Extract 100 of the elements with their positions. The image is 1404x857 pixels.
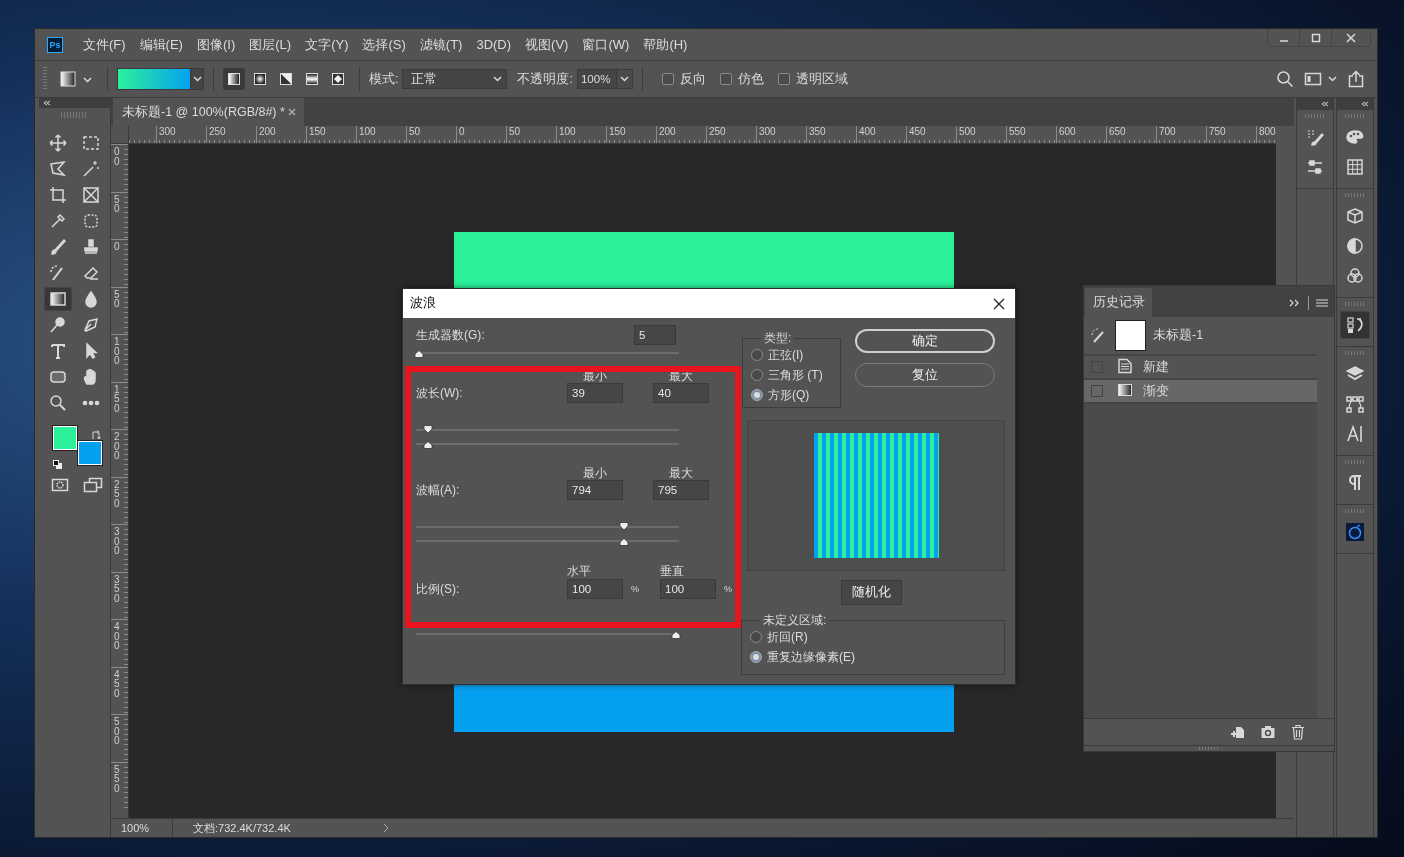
slider-thumb[interactable] (618, 538, 629, 546)
radio-label[interactable]: 三角形 (T) (768, 366, 823, 384)
gradient-icon (1117, 381, 1133, 398)
close-icon[interactable] (993, 297, 1005, 310)
radio-label[interactable]: 正弦(I) (768, 346, 804, 364)
panel-grip[interactable] (1345, 351, 1365, 355)
lasso-icon (49, 160, 67, 178)
menu-item[interactable]: 图层(L) (249, 35, 292, 54)
background-color-swatch[interactable] (78, 441, 102, 465)
panel-menu-icon[interactable] (1316, 298, 1328, 307)
menu-item[interactable]: 编辑(E) (139, 35, 183, 54)
number-field[interactable]: 795 (653, 480, 709, 500)
radio-button[interactable] (750, 631, 762, 643)
radio-button[interactable] (751, 349, 763, 361)
ruler-label: 550 (114, 764, 121, 793)
slider-thumb[interactable] (671, 631, 682, 639)
ruler-label: 250 (114, 479, 121, 508)
checkbox[interactable] (719, 73, 732, 85)
radio-label[interactable]: 重复边缘像素(E) (767, 648, 855, 666)
ruler-label: 650 (1109, 126, 1126, 138)
checkbox[interactable] (777, 73, 790, 85)
radio-button[interactable] (750, 651, 762, 663)
menu-item[interactable]: 窗口(W) (582, 35, 630, 54)
gradient-tool-preset-icon[interactable] (59, 70, 77, 88)
panel-grip[interactable] (1345, 114, 1365, 118)
brushsettings-icon (1306, 128, 1324, 146)
menu-item[interactable]: 3D(D) (476, 37, 512, 52)
search-icon[interactable] (1276, 70, 1294, 88)
gradient-dropdown-button[interactable] (190, 69, 203, 89)
number-field[interactable]: 794 (567, 480, 623, 500)
panel-tab[interactable]: 历史记录 (1085, 288, 1152, 317)
radio-button[interactable] (751, 389, 763, 401)
caret-icon[interactable] (83, 77, 92, 83)
trash-icon[interactable] (1290, 724, 1306, 740)
menu-item[interactable]: 选择(S) (362, 35, 406, 54)
number-field[interactable]: 100 (660, 579, 716, 599)
radio-label[interactable]: 折回(R) (767, 628, 808, 646)
ok-button[interactable]: 确定 (855, 329, 995, 353)
gradient-type-button[interactable] (223, 68, 245, 90)
new-document-icon[interactable] (1230, 724, 1246, 740)
quick-mask-icon[interactable] (51, 477, 69, 493)
type-icon (49, 342, 67, 360)
checkbox[interactable] (661, 73, 674, 85)
menu-item[interactable]: 文字(Y) (305, 35, 349, 54)
panel-grip[interactable] (1345, 509, 1365, 513)
slider-thumb[interactable] (413, 350, 424, 358)
panel-grip[interactable] (1345, 302, 1365, 306)
history-panel-button[interactable] (1340, 311, 1370, 339)
workspace-icon[interactable] (1304, 71, 1322, 87)
channels-icon (1346, 267, 1364, 285)
swap-colors-icon[interactable] (91, 430, 101, 440)
collapse-icon[interactable] (1321, 101, 1329, 107)
radio-button[interactable] (751, 369, 763, 381)
reset-button[interactable]: 复位 (855, 363, 995, 387)
zoom-level[interactable]: 100% (111, 819, 173, 837)
menu-item[interactable]: 滤镜(T) (419, 35, 463, 54)
number-field[interactable]: 39 (567, 383, 623, 403)
history-snapshot[interactable]: 未标题-1 (1084, 317, 1317, 356)
history-state[interactable]: 渐变 (1084, 380, 1317, 404)
gradient-picker[interactable] (117, 68, 204, 90)
menu-item[interactable]: 帮助(H) (643, 35, 688, 54)
slider-thumb[interactable] (423, 425, 434, 433)
wand-icon (82, 160, 100, 178)
collapse-icon[interactable] (1361, 101, 1369, 107)
menu-item[interactable]: 视图(V) (525, 35, 569, 54)
number-field[interactable]: 5 (634, 325, 676, 345)
ruler-label: 600 (1059, 126, 1076, 138)
panel-grip[interactable] (1199, 747, 1219, 750)
chevron-right-icon[interactable] (383, 823, 389, 833)
default-colors-icon[interactable] (53, 460, 63, 470)
slider-thumb[interactable] (618, 522, 629, 530)
caret-icon[interactable] (1328, 76, 1337, 82)
ruler-label: 800 (1259, 126, 1276, 138)
expand-icon[interactable] (1289, 298, 1301, 307)
collapse-icon[interactable] (43, 100, 51, 106)
column-header: 最小 (582, 466, 608, 480)
radio-label[interactable]: 方形(Q) (768, 386, 810, 404)
panel-grip[interactable] (1345, 460, 1365, 464)
ruler-label: 550 (1009, 126, 1026, 138)
menu-item[interactable]: 图像(I) (196, 35, 236, 54)
share-icon[interactable] (1347, 70, 1365, 88)
number-field[interactable]: 40 (653, 383, 709, 403)
camera-icon[interactable] (1260, 724, 1276, 740)
history-state[interactable]: 新建 (1084, 356, 1317, 380)
ruler-label: 150 (114, 384, 121, 413)
maximize-icon[interactable] (1310, 32, 1321, 43)
properties-icon (1306, 158, 1324, 176)
randomize-button[interactable]: 随机化 (841, 580, 902, 605)
number-field[interactable]: 100 (567, 579, 623, 599)
panel-grip[interactable] (1305, 114, 1325, 118)
mode-dropdown[interactable]: 正常 (402, 69, 508, 89)
document-tab[interactable]: 未标题-1 @ 100%(RGB/8#) * (113, 98, 304, 126)
screen-mode-icon[interactable] (83, 477, 103, 493)
gradient-tool-button[interactable] (44, 287, 72, 311)
slider-thumb[interactable] (423, 441, 434, 449)
panel-grip[interactable] (1345, 193, 1365, 197)
document-icon (1117, 357, 1133, 374)
scrollbar-track[interactable] (1317, 317, 1334, 718)
foreground-color-swatch[interactable] (53, 426, 77, 450)
menu-item[interactable]: 文件(F) (83, 35, 126, 54)
